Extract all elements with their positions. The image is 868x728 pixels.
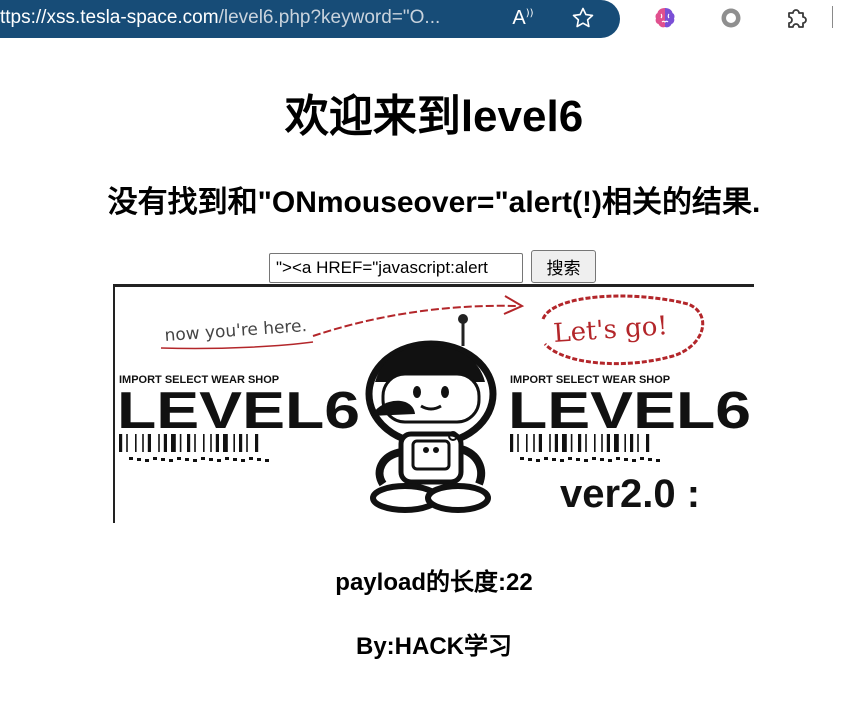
puzzle-extension-icon[interactable] xyxy=(781,3,811,33)
level-logo-right: LEVEL6 xyxy=(508,382,751,440)
browser-toolbar: ttps://xss.tesla-space.com/level6.php?ke… xyxy=(0,0,868,44)
author-credit: By:HACK学习 xyxy=(356,633,512,660)
search-button[interactable]: 搜索 xyxy=(531,250,596,283)
search-result-text: 没有找到和"ONmouseover="alert(!)相关的结果. xyxy=(107,186,761,219)
level6-banner: now you're here. Let's go! IMPORT SELECT… xyxy=(113,284,754,523)
brain-extension-icon[interactable] xyxy=(650,3,680,33)
version-text: ver2.0 : xyxy=(560,472,700,516)
here-text: now you're here. xyxy=(164,316,308,346)
url-text[interactable]: ttps://xss.tesla-space.com/level6.php?ke… xyxy=(0,7,485,29)
read-aloud-icon[interactable]: A)) xyxy=(508,3,538,33)
payload-length: payload的长度:22 xyxy=(335,569,533,596)
toolbar-divider xyxy=(832,6,833,28)
address-bar[interactable]: ttps://xss.tesla-space.com/level6.php?ke… xyxy=(0,0,620,38)
robot-mascot-icon xyxy=(365,314,497,513)
level-logo-left: LEVEL6 xyxy=(117,382,360,440)
circle-extension-icon[interactable] xyxy=(716,3,746,33)
url-path: /level6.php?keyword="O... xyxy=(218,7,441,28)
favorite-star-icon[interactable] xyxy=(568,3,598,33)
url-host: ttps://xss.tesla-space.com xyxy=(0,7,219,28)
go-text: Let's go! xyxy=(552,311,668,349)
page-title: 欢迎来到level6 xyxy=(284,92,584,141)
keyword-input[interactable] xyxy=(269,253,523,283)
